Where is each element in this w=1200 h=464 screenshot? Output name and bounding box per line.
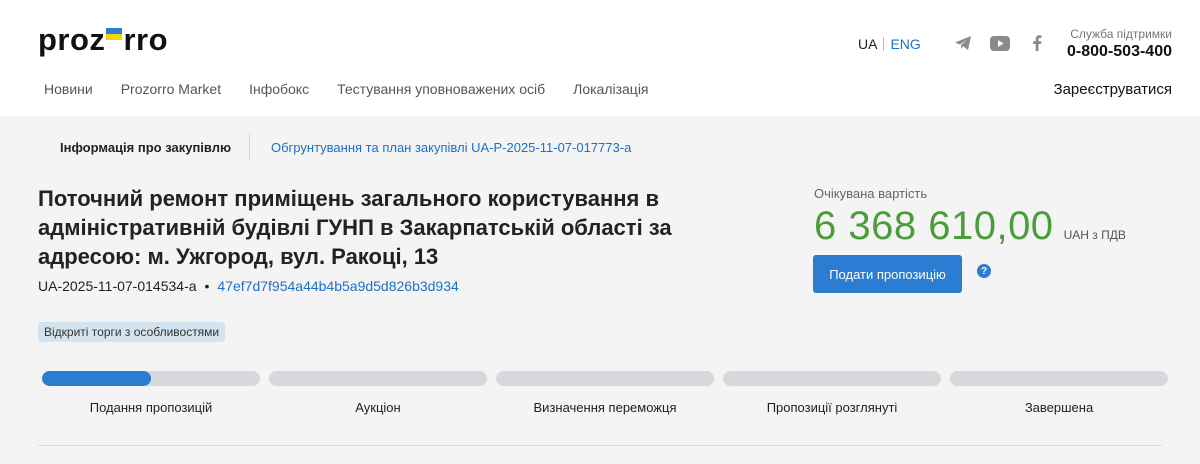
site-header: proz rro UA ENG Служба підтримки 0-800-5… [0, 0, 1200, 116]
register-link[interactable]: Зареєструватися [1054, 81, 1172, 98]
stage-completed: Завершена [950, 371, 1168, 415]
lang-eng[interactable]: ENG [890, 36, 920, 52]
stage-progress-bar [42, 371, 260, 386]
lang-ua[interactable]: UA [858, 36, 877, 52]
logo-text-right: rro [123, 22, 169, 57]
nav-item-testing[interactable]: Тестування уповноважених осіб [337, 81, 545, 97]
prozorro-logo[interactable]: proz rro [38, 22, 168, 58]
expected-value-amount: 6 368 610,00 [814, 204, 1054, 248]
section-divider [38, 445, 1162, 446]
submit-proposal-button[interactable]: Подати пропозицію [813, 255, 962, 293]
social-links [953, 33, 1047, 53]
support-label: Служба підтримки [1070, 27, 1172, 41]
tender-hash-link[interactable]: 47ef7d7f954a44b4b5a9d5d826b3d934 [217, 278, 458, 294]
stage-proposals-reviewed: Пропозиції розглянуті [723, 371, 941, 415]
telegram-icon[interactable] [953, 33, 973, 53]
id-separator: • [204, 278, 210, 294]
stage-label: Аукціон [355, 400, 401, 415]
stage-progress-bar [723, 371, 941, 386]
procedure-type-badge: Відкриті торги з особливостями [38, 322, 226, 342]
stage-submission: Подання пропозицій [42, 371, 260, 415]
support-phone[interactable]: 0-800-503-400 [1067, 43, 1172, 61]
nav-item-market[interactable]: Prozorro Market [121, 81, 221, 97]
stage-label: Завершена [1024, 400, 1094, 415]
nav-item-localization[interactable]: Локалізація [573, 81, 648, 97]
lang-divider [883, 37, 885, 51]
facebook-icon[interactable] [1027, 33, 1047, 53]
expected-value-label: Очікувана вартість [814, 186, 928, 201]
stage-auction: Аукціон [269, 371, 487, 415]
tab-procurement-info[interactable]: Інформація про закупівлю [38, 140, 249, 155]
tender-identifiers: UA-2025-11-07-014534-a • 47ef7d7f954a44b… [38, 278, 459, 294]
help-icon[interactable]: ? [977, 264, 991, 278]
tender-tabs: Інформація про закупівлю Обгрунтування т… [38, 132, 1162, 162]
logo-text-left: proz [38, 22, 106, 57]
tender-title: Поточний ремонт приміщень загального кор… [38, 186, 672, 269]
stage-progress-fill [42, 371, 151, 386]
nav-item-infobox[interactable]: Інфобокс [249, 81, 309, 97]
youtube-icon[interactable] [990, 33, 1010, 53]
stage-label: Визначення переможця [533, 400, 677, 415]
nav-item-news[interactable]: Новини [44, 81, 93, 97]
stage-label: Подання пропозицій [89, 400, 213, 415]
tab-divider [249, 133, 250, 161]
main-nav: Новини Prozorro Market Інфобокс Тестуван… [44, 81, 649, 97]
stage-winner-selection: Визначення переможця [496, 371, 714, 415]
tab-plan-justification[interactable]: Обгрунтування та план закупівлі UA-P-202… [271, 140, 631, 155]
support-block: Служба підтримки 0-800-503-400 [1067, 27, 1172, 61]
stage-label: Пропозиції розглянуті [766, 400, 898, 415]
ukraine-flag-icon [106, 28, 123, 40]
stage-progress-bar [950, 371, 1168, 386]
expected-value-block: Очікувана вартість 6 368 610,00 UAH з ПД… [814, 186, 1126, 249]
stage-progress-bar [269, 371, 487, 386]
tender-stages: Подання пропозицій Аукціон Визначення пе… [42, 371, 1168, 415]
tender-id: UA-2025-11-07-014534-a [38, 278, 197, 294]
stage-progress-bar [496, 371, 714, 386]
expected-value-currency: UAH з ПДВ [1063, 228, 1126, 242]
language-switcher: UA ENG [858, 36, 921, 52]
